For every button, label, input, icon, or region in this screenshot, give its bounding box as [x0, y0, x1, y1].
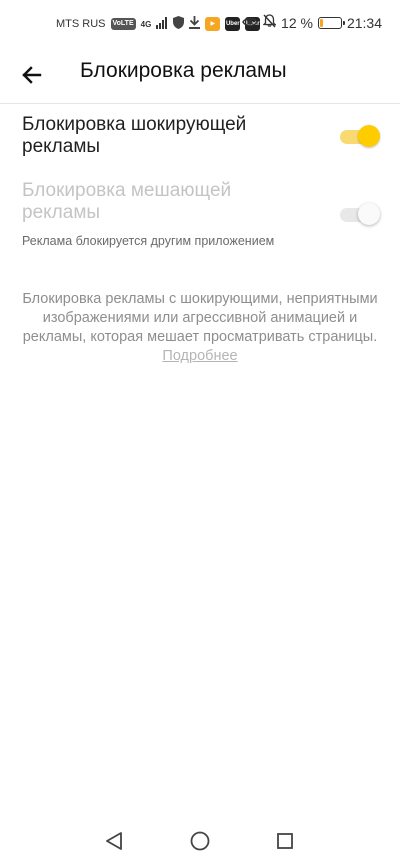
shocking-ads-toggle[interactable]: [338, 124, 380, 148]
uber-app-icon: Uber: [225, 17, 241, 31]
battery-level-fill: [319, 18, 323, 27]
nav-recents-button[interactable]: [265, 823, 305, 859]
volte-badge: VoLTE: [110, 18, 136, 30]
carrier-label: MTS RUS: [56, 18, 106, 30]
eye-icon: [242, 15, 258, 31]
muted-bell-icon: [262, 14, 277, 31]
nav-back-button[interactable]: [94, 823, 134, 859]
toggle-knob: [358, 125, 380, 147]
play-app-icon: ▶: [205, 17, 221, 31]
clock: 21:34: [346, 14, 382, 31]
battery-percent: 12 %: [281, 14, 313, 31]
download-icon: [189, 16, 201, 32]
shield-icon: [173, 16, 185, 32]
app-bar: Блокировка рекламы: [0, 50, 400, 104]
arrow-left-icon: [14, 66, 50, 97]
setting-shocking-ads-label: Блокировка шокирующей рекламы: [22, 114, 247, 157]
back-triangle-icon: [94, 832, 134, 863]
description-text: Блокировка рекламы с шокирующими, неприя…: [22, 291, 378, 345]
status-bar: MTS RUS VoLTE 4G ▶ Uber Uber ··· 12 % 21…: [0, 0, 400, 50]
ad-blocking-description: Блокировка рекламы с шокирующими, неприя…: [22, 290, 378, 366]
network-type: 4G: [140, 19, 152, 29]
home-circle-icon: [180, 831, 220, 863]
page-title: Блокировка рекламы: [80, 59, 287, 82]
signal-icon: [156, 16, 168, 32]
blocked-by-other-app-note: Реклама блокируется другим приложением: [22, 234, 275, 248]
toggle-knob: [358, 203, 380, 225]
battery-icon: [317, 16, 345, 29]
back-button[interactable]: [14, 57, 50, 93]
learn-more-link[interactable]: Подробнее: [162, 348, 237, 364]
setting-annoying-ads: Блокировка мешающей рекламы: [22, 180, 380, 226]
annoying-ads-toggle: [338, 202, 380, 226]
system-nav-bar: [0, 817, 400, 867]
status-right: 12 % 21:34: [242, 14, 382, 31]
setting-annoying-ads-label: Блокировка мешающей рекламы: [22, 180, 232, 223]
recents-square-icon: [265, 833, 305, 863]
setting-shocking-ads[interactable]: Блокировка шокирующей рекламы: [22, 114, 380, 160]
nav-home-button[interactable]: [180, 823, 220, 859]
